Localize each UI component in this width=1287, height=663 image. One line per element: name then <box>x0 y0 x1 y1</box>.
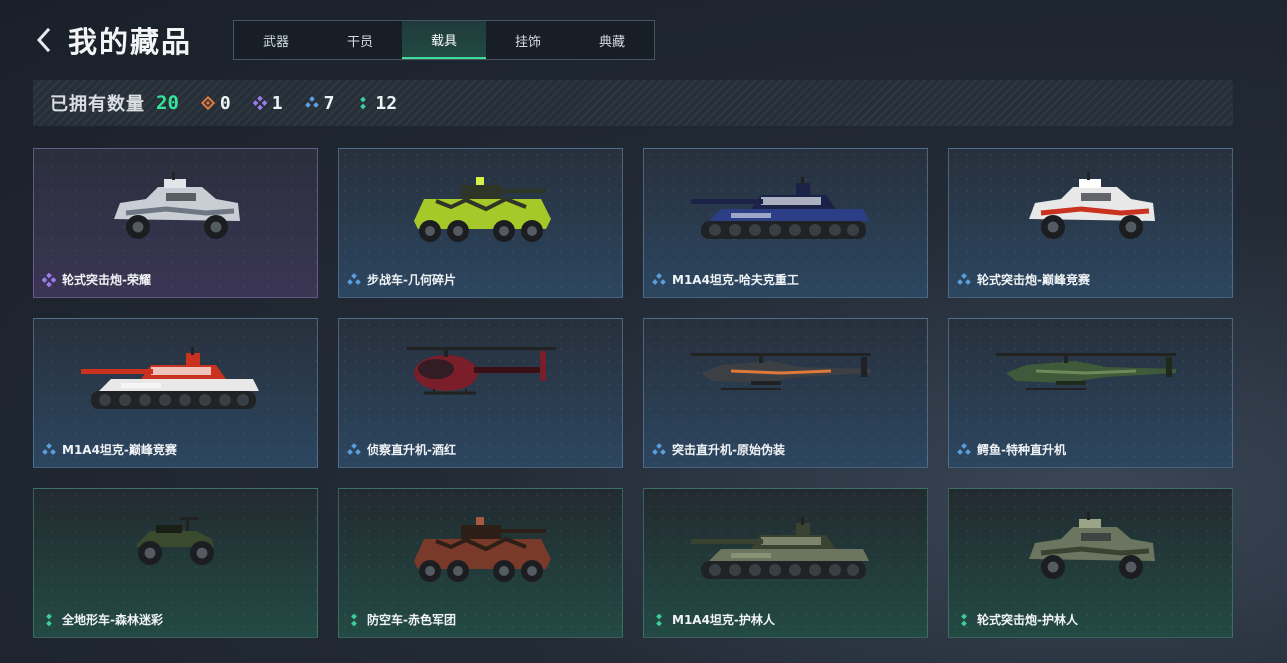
vehicle-name-row: 步战车-几何碎片 <box>347 271 456 288</box>
vehicle-image <box>1021 169 1161 253</box>
vehicle-name: 轮式突击炮-护林人 <box>977 613 1078 627</box>
purple-diamond-icon <box>42 272 56 287</box>
vehicle-name-row: 鳄鱼-特种直升机 <box>957 441 1066 458</box>
vehicle-name-row: 轮式突击炮-巅峰竞赛 <box>957 271 1090 288</box>
vehicle-name: 防空车-赤色军团 <box>367 613 456 627</box>
vehicle-name-row: M1A4坦克-护林人 <box>652 611 775 628</box>
orange-diamond-icon <box>200 96 215 110</box>
vehicle-card[interactable]: 步战车-几何碎片 <box>338 148 623 298</box>
vehicle-image <box>690 169 881 253</box>
blue-diamond-icon <box>652 272 666 287</box>
vehicle-name: 全地形车-森林迷彩 <box>62 613 163 627</box>
green-diamond-icon <box>652 613 666 627</box>
vehicle-name-row: 侦察直升机-酒红 <box>347 441 456 458</box>
vehicle-image <box>126 509 226 573</box>
vehicle-card[interactable]: 侦察直升机-酒红 <box>338 318 623 468</box>
blue-diamond-icon <box>957 272 971 287</box>
rarity-count-blue: 7 <box>304 92 335 114</box>
blue-diamond-icon <box>42 442 56 457</box>
chevron-left-icon <box>36 28 50 52</box>
vehicle-name: 轮式突击炮-巅峰竞赛 <box>977 273 1090 287</box>
tab-weapons[interactable]: 武器 <box>234 21 318 59</box>
vehicle-name-row: 突击直升机-原始伪装 <box>652 441 785 458</box>
vehicle-card[interactable]: 突击直升机-原始伪装 <box>643 318 928 468</box>
rarity-count-value: 7 <box>323 92 335 114</box>
vehicle-card[interactable]: 轮式突击炮-巅峰竞赛 <box>948 148 1233 298</box>
vehicle-name: 鳄鱼-特种直升机 <box>977 443 1066 457</box>
tab-operators[interactable]: 干员 <box>318 21 402 59</box>
vehicle-image <box>406 509 556 593</box>
blue-diamond-icon <box>347 442 361 457</box>
owned-count-label: 已拥有数量 <box>50 94 145 115</box>
vehicle-name-row: M1A4坦克-巅峰竞赛 <box>42 441 177 458</box>
vehicle-card[interactable]: 防空车-赤色军团 <box>338 488 623 638</box>
page-header: 我的藏品 <box>36 20 192 60</box>
vehicle-image <box>1021 509 1161 593</box>
vehicle-image <box>396 339 566 413</box>
rarity-count-green: 12 <box>356 93 397 114</box>
page-title: 我的藏品 <box>68 25 193 59</box>
rarity-count-purple: 1 <box>252 92 283 114</box>
vehicle-image <box>690 339 881 403</box>
vehicle-name-row: 轮式突击炮-护林人 <box>957 611 1078 628</box>
vehicle-card[interactable]: M1A4坦克-护林人 <box>643 488 928 638</box>
vehicle-name: 步战车-几何碎片 <box>367 273 456 287</box>
back-button[interactable] <box>36 26 56 54</box>
vehicle-card[interactable]: M1A4坦克-巅峰竞赛 <box>33 318 318 468</box>
vehicle-image <box>406 169 556 253</box>
blue-diamond-icon <box>347 272 361 287</box>
vehicle-image <box>106 169 246 253</box>
owned-count-bar: 已拥有数量 20 0 1 7 12 <box>33 80 1233 126</box>
vehicle-card[interactable]: 轮式突击炮-荣耀 <box>33 148 318 298</box>
green-diamond-icon <box>42 613 56 627</box>
blue-diamond-icon <box>652 442 666 457</box>
vehicle-name: 突击直升机-原始伪装 <box>672 443 785 457</box>
vehicle-card[interactable]: M1A4坦克-哈夫克重工 <box>643 148 928 298</box>
rarity-count-value: 1 <box>271 92 283 114</box>
tab-collection[interactable]: 典藏 <box>570 21 654 59</box>
green-diamond-icon <box>356 96 370 110</box>
vehicle-image <box>80 339 271 423</box>
vehicle-image <box>690 509 881 593</box>
green-diamond-icon <box>957 613 971 627</box>
vehicle-name: M1A4坦克-护林人 <box>672 613 775 627</box>
owned-count-total: 20 <box>156 92 179 114</box>
vehicle-card[interactable]: 轮式突击炮-护林人 <box>948 488 1233 638</box>
vehicle-name-row: 轮式突击炮-荣耀 <box>42 271 151 288</box>
rarity-count-orange: 0 <box>200 92 231 114</box>
vehicle-name: M1A4坦克-哈夫克重工 <box>672 273 799 287</box>
vehicle-name-row: 防空车-赤色军团 <box>347 611 456 628</box>
vehicle-name: M1A4坦克-巅峰竞赛 <box>62 443 177 457</box>
vehicle-grid: 轮式突击炮-荣耀 步战车-几何碎片 M1A4坦克-哈夫克重工 轮式突击炮-巅峰竞… <box>33 148 1233 638</box>
tab-vehicles[interactable]: 载具 <box>402 21 486 59</box>
purple-diamond-icon <box>252 96 267 110</box>
rarity-count-value: 12 <box>375 92 398 114</box>
vehicle-card[interactable]: 全地形车-森林迷彩 <box>33 488 318 638</box>
vehicle-name: 轮式突击炮-荣耀 <box>62 273 151 287</box>
vehicle-name-row: M1A4坦克-哈夫克重工 <box>652 271 799 288</box>
blue-diamond-icon <box>304 96 319 110</box>
vehicle-image <box>995 339 1186 403</box>
green-diamond-icon <box>347 613 361 627</box>
rarity-count-value: 0 <box>219 92 231 114</box>
category-tabs: 武器 干员 载具 挂饰 典藏 <box>233 20 655 60</box>
vehicle-name-row: 全地形车-森林迷彩 <box>42 611 163 628</box>
blue-diamond-icon <box>957 442 971 457</box>
tab-charms[interactable]: 挂饰 <box>486 21 570 59</box>
vehicle-card[interactable]: 鳄鱼-特种直升机 <box>948 318 1233 468</box>
vehicle-name: 侦察直升机-酒红 <box>367 443 456 457</box>
